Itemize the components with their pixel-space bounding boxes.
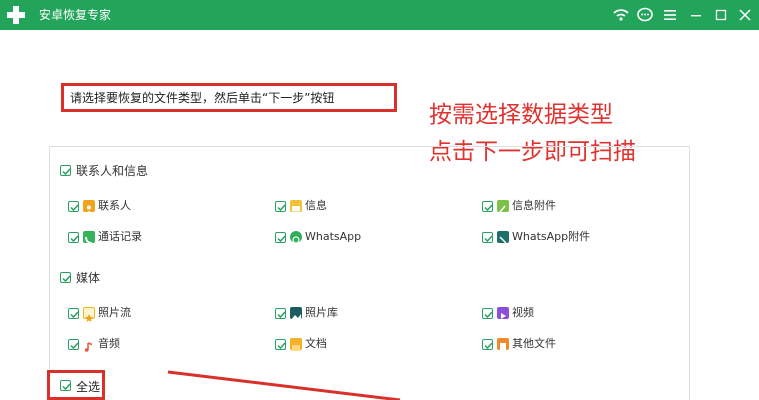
annotation-arrow — [167, 370, 401, 400]
